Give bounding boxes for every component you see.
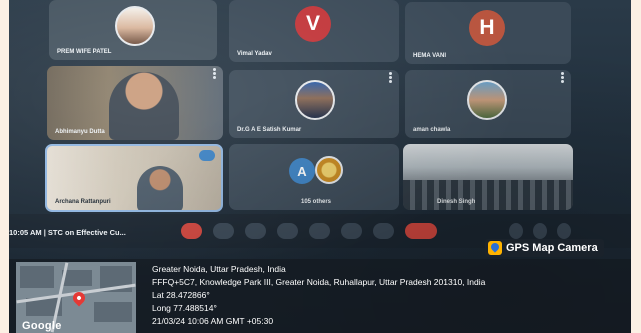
participant-video xyxy=(403,180,573,210)
raise-hand-button[interactable] xyxy=(341,223,362,239)
participant-name: Dr.G A E Satish Kumar xyxy=(237,127,302,133)
participant-tile[interactable]: Dinesh Singh xyxy=(403,144,573,210)
google-logo: Google xyxy=(22,320,62,332)
more-options-icon[interactable] xyxy=(199,150,215,161)
participant-tile[interactable]: Archana Rattanpuri xyxy=(45,144,223,212)
latitude: Lat 28.472866° xyxy=(152,290,210,300)
participant-tile[interactable]: Abhimanyu Dutta xyxy=(47,66,223,140)
avatar: A xyxy=(289,158,315,184)
participant-video xyxy=(109,72,179,140)
participant-tile[interactable]: aman chawla xyxy=(405,70,571,138)
datetime: 21/03/24 10:06 AM GMT +05:30 xyxy=(152,316,274,326)
gps-map-camera-label: GPS Map Camera xyxy=(506,242,598,254)
participant-video xyxy=(137,166,183,210)
more-options-icon[interactable] xyxy=(213,72,216,75)
chat-button[interactable] xyxy=(557,223,571,239)
present-button[interactable] xyxy=(309,223,330,239)
avatar: H xyxy=(469,10,505,46)
participant-name: 105 others xyxy=(301,199,332,205)
participant-name: Dinesh Singh xyxy=(437,199,476,205)
map-block xyxy=(20,266,54,288)
participant-tile[interactable]: A 105 others xyxy=(229,144,399,210)
avatar: V xyxy=(295,6,331,42)
address-line-1: Greater Noida, Uttar Pradesh, India xyxy=(152,264,286,274)
gps-map-camera-logo-icon xyxy=(488,241,502,255)
mic-off-button[interactable] xyxy=(181,223,202,239)
more-options-icon[interactable] xyxy=(389,76,392,79)
info-button[interactable] xyxy=(509,223,523,239)
more-options-icon[interactable] xyxy=(561,76,564,79)
captions-button[interactable] xyxy=(245,223,266,239)
meeting-clock-title: 10:05 AM | STC on Effective Cu... xyxy=(9,228,126,237)
reactions-button[interactable] xyxy=(277,223,298,239)
map-block xyxy=(62,270,92,286)
address-line-2: FFFQ+5C7, Knowledge Park III, Greater No… xyxy=(152,277,486,287)
end-call-button[interactable] xyxy=(405,223,437,239)
people-button[interactable] xyxy=(533,223,547,239)
participant-name: Archana Rattanpuri xyxy=(55,199,111,205)
more-options-button[interactable] xyxy=(373,223,394,239)
participant-tile[interactable]: PREM WIFE PATEL xyxy=(49,0,217,60)
map-thumbnail: Google xyxy=(16,262,136,333)
participant-tile[interactable]: V Vimal Yadav xyxy=(229,0,399,62)
camera-button[interactable] xyxy=(213,223,234,239)
participant-photo xyxy=(115,6,155,46)
participant-name: aman chawla xyxy=(413,127,451,133)
participant-name: HEMA VANI xyxy=(413,53,446,59)
participant-tile[interactable]: H HEMA VANI xyxy=(405,2,571,64)
participant-name: PREM WIFE PATEL xyxy=(57,49,112,55)
participant-photo xyxy=(467,80,507,120)
participant-photo xyxy=(295,80,335,120)
participant-tile[interactable]: Dr.G A E Satish Kumar xyxy=(229,70,399,138)
participant-name: Abhimanyu Dutta xyxy=(55,129,105,135)
gps-map-camera-badge: GPS Map Camera xyxy=(485,239,604,257)
map-block xyxy=(94,302,132,322)
participant-name: Vimal Yadav xyxy=(237,51,272,57)
participant-photo xyxy=(315,156,343,184)
longitude: Long 77.488514° xyxy=(152,303,217,313)
